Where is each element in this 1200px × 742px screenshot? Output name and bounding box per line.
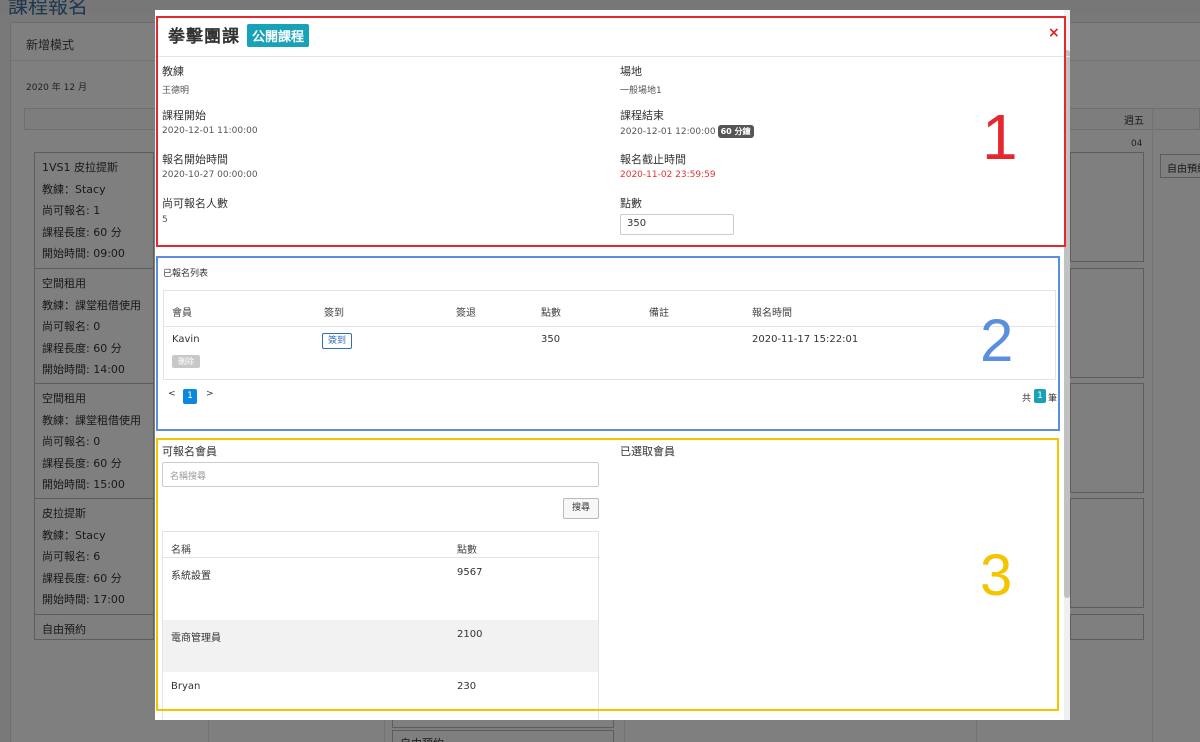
annotation-box-1 xyxy=(156,16,1066,247)
annotation-number-3: 3 xyxy=(980,543,1013,608)
annotation-box-3 xyxy=(156,438,1059,711)
annotation-number-1: 1 xyxy=(982,101,1018,173)
annotation-box-2 xyxy=(156,256,1060,431)
annotation-number-2: 2 xyxy=(980,307,1014,374)
